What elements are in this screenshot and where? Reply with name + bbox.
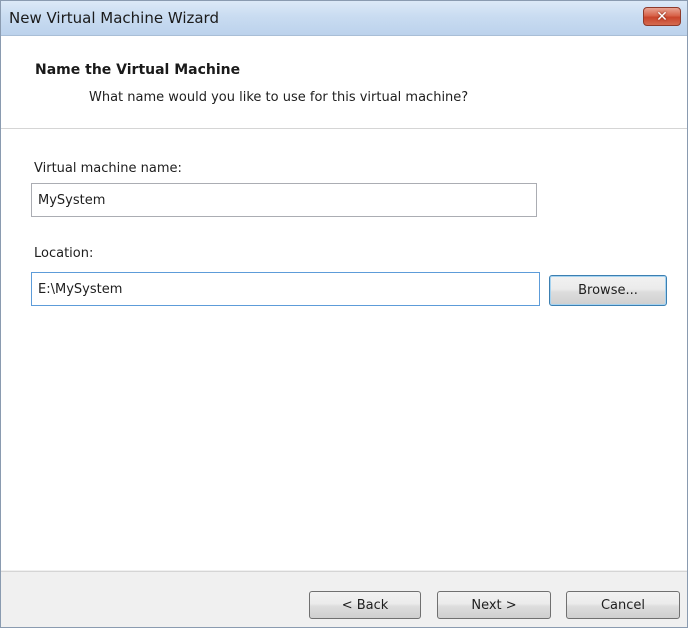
- cancel-button-label: Cancel: [600, 597, 646, 613]
- back-button[interactable]: < Back: [309, 591, 421, 619]
- title-bar[interactable]: New Virtual Machine Wizard ✕: [1, 1, 687, 36]
- close-button[interactable]: ✕: [643, 7, 681, 26]
- browse-button-label: Browse...: [578, 283, 638, 298]
- close-icon: ✕: [656, 8, 668, 25]
- page-title: Name the Virtual Machine: [35, 62, 241, 78]
- back-button-label: < Back: [341, 597, 389, 613]
- page-subtitle: What name would you like to use for this…: [89, 90, 469, 105]
- vm-name-label: Virtual machine name:: [34, 161, 182, 176]
- location-label: Location:: [34, 246, 94, 261]
- location-input[interactable]: [31, 272, 540, 306]
- vm-name-input[interactable]: [31, 183, 537, 217]
- wizard-body: Virtual machine name: Location: Browse..…: [1, 129, 687, 570]
- cancel-button[interactable]: Cancel: [566, 591, 680, 619]
- wizard-window: New Virtual Machine Wizard ✕ Name the Vi…: [0, 0, 688, 628]
- browse-button[interactable]: Browse...: [549, 275, 667, 306]
- wizard-footer: < Back Next > Cancel: [1, 571, 687, 627]
- window-title: New Virtual Machine Wizard: [9, 9, 219, 27]
- wizard-header: Name the Virtual Machine What name would…: [1, 36, 687, 129]
- next-button-label: Next >: [471, 597, 517, 613]
- next-button[interactable]: Next >: [437, 591, 551, 619]
